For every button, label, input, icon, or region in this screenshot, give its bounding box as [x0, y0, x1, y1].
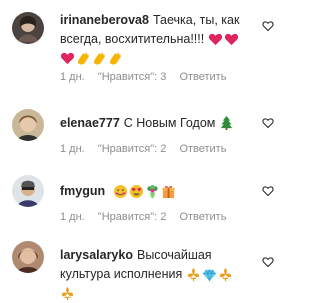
- comment-text: elenae777 С Новым Годом: [60, 114, 260, 133]
- comment-text: irinaneberova8 Таечка, ты, как всегда, во…: [60, 11, 260, 68]
- avatar[interactable]: [12, 109, 44, 141]
- username[interactable]: larysalaryko: [60, 248, 133, 262]
- like-heart-icon[interactable]: [262, 185, 274, 197]
- heart-emoji: [208, 34, 222, 46]
- comment-text: larysalaryko Высочайшая культура исполнен…: [60, 246, 265, 303]
- likes-count[interactable]: "Нравится": 2: [98, 143, 167, 155]
- reply-button[interactable]: Ответить: [179, 211, 226, 223]
- heart-eyes-emoji: [129, 185, 143, 199]
- comment-time[interactable]: 1 дн.: [60, 71, 85, 83]
- username[interactable]: irinaneberova8: [60, 13, 149, 27]
- comment-item: fmygun 1 дн. "Нравится": 2 Ответить: [0, 165, 298, 225]
- emoji-group: [60, 51, 123, 66]
- fleur-emoji: [61, 287, 74, 301]
- fleur-emoji: [187, 268, 199, 282]
- emoji-group: [208, 32, 239, 47]
- emoji-group: [60, 286, 75, 301]
- comment-item: larysalaryko Высочайшая культура исполнен…: [0, 225, 298, 301]
- comment-time[interactable]: 1 дн.: [60, 211, 85, 223]
- reply-button[interactable]: Ответить: [179, 143, 226, 155]
- likes-count[interactable]: "Нравится": 3: [98, 71, 167, 83]
- comment-body: С Новым Годом: [123, 116, 216, 130]
- heart-emoji: [60, 53, 75, 65]
- comment-item: irinaneberova8 Таечка, ты, как всегда, во…: [0, 0, 298, 95]
- comment-meta: 1 дн. "Нравится": 2 Ответить: [60, 210, 280, 224]
- heart-emoji: [224, 34, 238, 46]
- username[interactable]: elenae777: [60, 116, 120, 130]
- comment-text: fmygun: [60, 182, 260, 201]
- gift-emoji: [162, 186, 175, 199]
- avatar[interactable]: [12, 241, 44, 273]
- comment-meta: 1 дн. "Нравится": 3 Ответить: [60, 70, 280, 84]
- like-heart-icon[interactable]: [262, 20, 274, 32]
- emoji-group: [186, 267, 233, 282]
- reply-button[interactable]: Ответить: [179, 71, 226, 83]
- comment-time[interactable]: 1 дн.: [60, 143, 85, 155]
- emoji-group: [113, 184, 176, 199]
- diamond-emoji: [202, 269, 216, 282]
- likes-count[interactable]: "Нравится": 2: [98, 211, 167, 223]
- avatar[interactable]: [12, 12, 44, 44]
- smile-emoji: [113, 185, 127, 199]
- avatar[interactable]: [12, 175, 44, 207]
- clap-emoji: [109, 53, 121, 65]
- christmas-tree-emoji: [220, 115, 233, 130]
- clap-emoji: [77, 53, 89, 65]
- like-heart-icon[interactable]: [262, 117, 274, 129]
- comment-meta: 1 дн. "Нравится": 2 Ответить: [60, 142, 280, 156]
- clap-emoji: [93, 53, 105, 65]
- comment-item: elenae777 С Новым Годом 1 дн. "Нравится":…: [0, 95, 298, 165]
- username[interactable]: fmygun: [60, 184, 105, 198]
- bouquet-emoji: [146, 185, 158, 199]
- like-heart-icon[interactable]: [262, 256, 274, 268]
- fleur-emoji: [219, 268, 231, 282]
